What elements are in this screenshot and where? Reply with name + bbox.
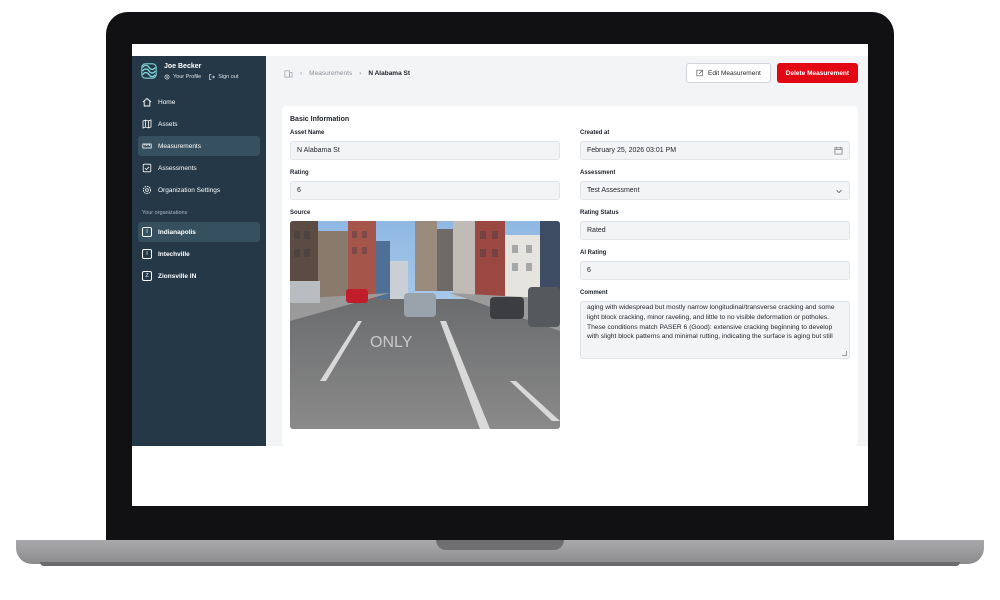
your-profile-link[interactable]: Your Profile: [164, 74, 201, 80]
chevron-right-icon: ›: [359, 69, 362, 77]
created-at-field[interactable]: February 25, 2026 03:01 PM: [580, 141, 850, 160]
delete-measurement-label: Delete Measurement: [785, 69, 849, 77]
map-icon: [142, 119, 152, 129]
sidebar-item-organization-settings[interactable]: Organization Settings: [138, 180, 260, 200]
rating-status-field[interactable]: Rated: [580, 221, 850, 240]
user-name: Joe Becker: [164, 63, 202, 70]
section-title: Basic Information: [290, 116, 350, 123]
sign-out-link[interactable]: Sign out: [209, 74, 238, 80]
assessment-label: Assessment: [580, 170, 616, 176]
home-icon: [142, 97, 152, 107]
sidebar-item-home[interactable]: Home: [138, 92, 260, 112]
org-label: Indianapolis: [158, 228, 196, 236]
chevron-right-icon: ›: [300, 69, 303, 77]
sidebar-item-label: Home: [158, 98, 176, 106]
app-window: Joe Becker Your Profile Sign out Home As…: [132, 56, 868, 446]
ruler-icon: [142, 143, 152, 149]
clipboard-check-icon: [142, 163, 152, 173]
asset-name-label: Asset Name: [290, 130, 325, 136]
laptop-mockup: Joe Becker Your Profile Sign out Home As…: [0, 0, 1000, 600]
sidebar-org-indianapolis[interactable]: I Indianapolis: [138, 222, 260, 242]
comment-label: Comment: [580, 290, 608, 296]
building-icon[interactable]: [284, 69, 293, 78]
created-at-value: February 25, 2026 03:01 PM: [587, 147, 677, 154]
assessment-value: Test Assessment: [587, 187, 640, 194]
rating-value: 6: [297, 187, 301, 194]
breadcrumb: › Measurements › N Alabama St: [284, 69, 410, 78]
assessment-select[interactable]: Test Assessment: [580, 181, 850, 200]
sidebar-item-label: Assets: [158, 120, 178, 128]
measurement-card: Basic Information Asset Name N Alabama S…: [282, 106, 858, 446]
rating-status-value: Rated: [587, 227, 606, 234]
ai-rating-label: AI Rating: [580, 250, 607, 256]
rating-label: Rating: [290, 170, 309, 176]
edit-measurement-button[interactable]: Edit Measurement: [686, 63, 771, 83]
edit-measurement-label: Edit Measurement: [708, 69, 761, 77]
breadcrumb-current: N Alabama St: [368, 69, 411, 77]
left-column: Asset Name N Alabama St Rating 6 Source: [290, 130, 560, 429]
calendar-icon[interactable]: [834, 146, 843, 155]
sidebar-org-zionsville[interactable]: Z Zionsville IN: [138, 266, 260, 286]
laptop-base-lip: [40, 562, 960, 566]
org-label: Intechville: [158, 250, 190, 258]
road-marking-text: ONLY: [370, 334, 413, 351]
sign-out-label: Sign out: [218, 74, 239, 80]
sidebar-item-assets[interactable]: Assets: [138, 114, 260, 134]
street-photo-image: ONLY: [290, 221, 560, 429]
sign-out-icon: [209, 74, 216, 80]
sidebar-item-label: Measurements: [158, 142, 201, 150]
asset-name-value: N Alabama St: [297, 147, 340, 154]
rating-field[interactable]: 6: [290, 181, 560, 200]
your-profile-label: Your Profile: [173, 74, 202, 80]
org-label: Zionsville IN: [158, 272, 197, 280]
top-bar: › Measurements › N Alabama St Edit Measu…: [276, 56, 858, 90]
brand-logo-icon: [141, 63, 157, 79]
sidebar-item-assessments[interactable]: Assessments: [138, 158, 260, 178]
user-panel: Joe Becker Your Profile Sign out: [138, 62, 260, 92]
sidebar: Joe Becker Your Profile Sign out Home As…: [132, 56, 266, 446]
rating-status-label: Rating Status: [580, 210, 619, 216]
gear-icon: [142, 185, 152, 195]
sidebar-item-label: Assessments: [158, 164, 197, 172]
resize-handle[interactable]: [842, 351, 847, 356]
laptop-notch: [436, 540, 564, 550]
main-content: › Measurements › N Alabama St Edit Measu…: [266, 56, 868, 446]
sidebar-item-measurements[interactable]: Measurements: [138, 136, 260, 156]
edit-icon: [696, 69, 704, 77]
delete-measurement-button[interactable]: Delete Measurement: [776, 63, 858, 83]
gear-icon: [164, 74, 170, 80]
source-photo: ONLY: [290, 221, 560, 429]
sidebar-item-label: Organization Settings: [158, 186, 221, 194]
comment-textarea[interactable]: aging with widespread but mostly narrow …: [580, 301, 850, 359]
ai-rating-field[interactable]: 6: [580, 261, 850, 280]
right-column: Created at February 25, 2026 03:01 PM As…: [580, 130, 850, 429]
organizations-heading: Your organizations: [142, 210, 188, 216]
breadcrumb-measurements[interactable]: Measurements: [309, 70, 352, 77]
comment-value: aging with widespread but mostly narrow …: [587, 304, 835, 341]
org-badge: I: [142, 227, 152, 237]
source-label: Source: [290, 210, 311, 216]
asset-name-field[interactable]: N Alabama St: [290, 141, 560, 160]
sidebar-org-intechville[interactable]: I Intechville: [138, 244, 260, 264]
laptop-screen: Joe Becker Your Profile Sign out Home As…: [132, 44, 868, 506]
created-at-label: Created at: [580, 130, 610, 136]
org-badge: Z: [142, 271, 152, 281]
chevron-down-icon: [836, 189, 842, 193]
ai-rating-value: 6: [587, 267, 591, 274]
org-badge: I: [142, 249, 152, 259]
